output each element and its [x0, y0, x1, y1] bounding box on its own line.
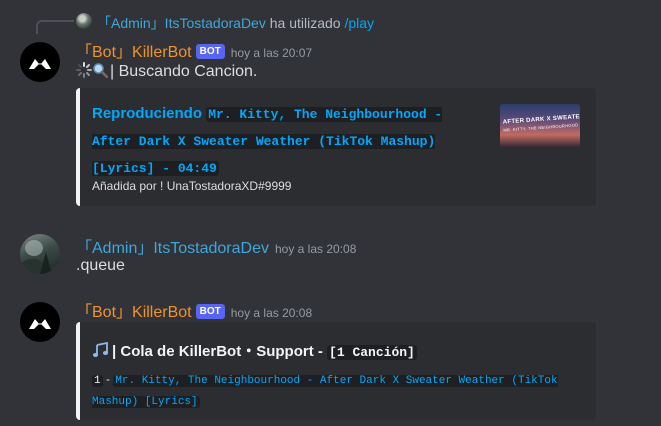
queue-item-separator: - [105, 372, 110, 386]
embed-title: | Cola de KillerBot・Support - [1 Canción… [92, 340, 417, 361]
reply-text: ha utilizado [269, 15, 341, 31]
queue-embed: | Cola de KillerBot・Support - [1 Canción… [76, 322, 596, 420]
queue-item-song: Mr. Kitty, The Neighbourhood - After Dar… [92, 375, 558, 408]
message-content: | Buscando Cancion. [76, 62, 257, 81]
message-content: .queue [76, 257, 125, 274]
bot-badge: BOT [195, 304, 225, 319]
queue-item-number: 1 [92, 375, 103, 387]
music-notes-icon [92, 342, 109, 357]
author-name[interactable]: 「Admin」ItsTostadoraDev [76, 240, 269, 257]
timestamp: hoy a las 20:07 [230, 46, 313, 60]
reply-username[interactable]: 「Admin」ItsTostadoraDev [97, 15, 266, 31]
reply-connector [36, 20, 74, 34]
queue-title-text: | Cola de KillerBot・Support - [112, 343, 323, 360]
thumbnail-text: AFTER DARK X SWEATER WEATHER MR. KITTY, … [503, 112, 580, 134]
loading-spinner-icon [76, 62, 92, 78]
embed-title[interactable]: Reproduciendo Mr. Kitty, The Neighbourho… [92, 101, 477, 182]
bot-logo-icon [29, 319, 51, 329]
message-text: | Buscando Cancion. [110, 63, 258, 80]
bot-badge: BOT [195, 44, 225, 59]
bot-logo-icon [29, 59, 51, 69]
embed-thumbnail[interactable]: AFTER DARK X SWEATER WEATHER MR. KITTY, … [500, 104, 580, 148]
avatar[interactable] [20, 234, 60, 274]
timestamp: hoy a las 20:08 [230, 306, 313, 320]
message-header: 「Admin」ItsTostadoraDev hoy a las 20:08 [76, 234, 356, 258]
magnifier-icon [93, 63, 108, 78]
author-name[interactable]: 「Bot」KillerBot [76, 44, 192, 61]
avatar[interactable] [20, 42, 60, 82]
embed-title-prefix: Reproduciendo [92, 105, 203, 122]
queue-item[interactable]: 1 - Mr. Kitty, The Neighbourhood - After… [92, 370, 572, 412]
message-header: 「Bot」KillerBot BOT hoy a las 20:08 [76, 298, 312, 322]
timestamp: hoy a las 20:08 [274, 242, 357, 256]
admin-avatar-image [20, 240, 60, 274]
queue-count-code: [1 Canción] [327, 345, 417, 360]
embed-footer: Añadida por ! UnaTostadoraXD#9999 [92, 179, 292, 193]
reply-avatar[interactable] [76, 13, 92, 29]
author-name[interactable]: 「Bot」KillerBot [76, 304, 192, 321]
avatar[interactable] [20, 302, 60, 342]
now-playing-embed: Reproduciendo Mr. Kitty, The Neighbourho… [76, 88, 596, 206]
reply-reference[interactable]: 「Admin」ItsTostadoraDev ha utilizado /pla… [97, 13, 374, 33]
message-header: 「Bot」KillerBot BOT hoy a las 20:07 [76, 38, 312, 62]
reply-command[interactable]: /play [344, 15, 374, 31]
chat-window: 「Admin」ItsTostadoraDev ha utilizado /pla… [0, 0, 661, 426]
